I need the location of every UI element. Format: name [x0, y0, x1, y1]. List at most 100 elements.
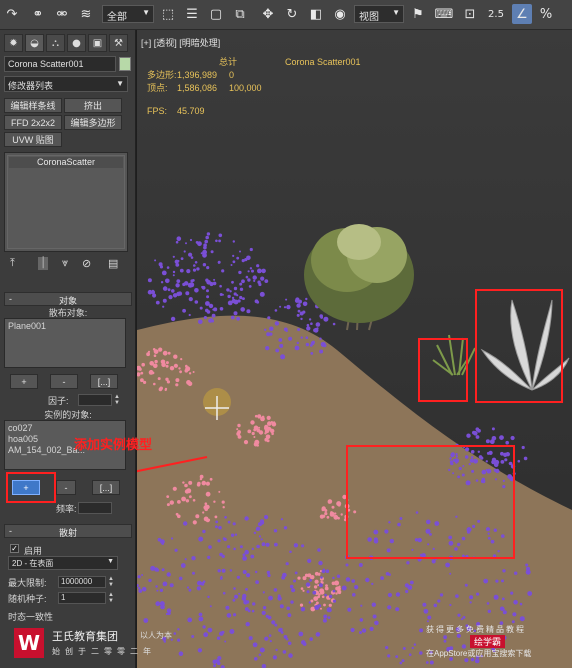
scatter-dot [519, 602, 523, 606]
pivot-icon[interactable]: ◉ [330, 4, 350, 24]
scatter-dot [176, 236, 182, 241]
scatter-mode-dropdown[interactable]: 2D - 在表面 ▼ [8, 556, 118, 570]
select-object-icon[interactable]: ⬚ [158, 4, 178, 24]
chevron-down-icon: ▼ [107, 558, 114, 565]
scatter-dot [232, 260, 236, 264]
scatter-dot [230, 264, 233, 266]
scatter-dot [326, 515, 330, 519]
object-name-field[interactable]: Corona Scatter001 [4, 56, 116, 72]
more-distribute-button[interactable]: [...] [90, 374, 118, 389]
object-color-swatch[interactable] [119, 57, 131, 71]
scatter-dot [324, 586, 329, 591]
scatter-dot [238, 592, 241, 595]
spinner-snap-icon[interactable]: % [536, 4, 556, 24]
scatter-dot [299, 603, 304, 607]
bind-space-warp-icon[interactable]: ≋ [76, 4, 96, 24]
seed-input[interactable]: 1 [58, 592, 106, 604]
remove-modifier-icon[interactable]: ⊘ [82, 257, 91, 270]
perspective-viewport[interactable]: [+] [透视] [明暗处理] 总计 Corona Scatter001 多边形… [137, 30, 572, 668]
create-tab-icon[interactable]: ✹ [4, 34, 23, 52]
scatter-dot [157, 377, 161, 381]
coord-system-dropdown[interactable]: 视图 ▼ [354, 5, 404, 23]
scatter-dot [443, 639, 447, 643]
rotate-icon[interactable]: ↻ [282, 4, 302, 24]
scatter-dot [141, 362, 145, 367]
remove-instance-button[interactable]: - [56, 480, 76, 495]
unlink-icon[interactable]: ⚮ [52, 4, 72, 24]
factor-label: 因子: [48, 396, 69, 406]
scatter-dot [203, 316, 207, 320]
selection-filter-dropdown[interactable]: 全部 ▼ [102, 5, 154, 23]
scatter-dot [138, 589, 143, 593]
modify-tab-icon[interactable]: ◒ [25, 34, 44, 52]
pin-stack-icon[interactable]: ⤒ [10, 257, 15, 270]
scatter-dot [338, 585, 341, 588]
ffd-button[interactable]: FFD 2x2x2 [4, 115, 62, 130]
keyboard-shortcut-icon[interactable]: ⌨ [434, 4, 454, 24]
scatter-dot [319, 337, 322, 340]
enable-checkbox[interactable]: ✓ [10, 544, 19, 553]
snap-toggle-icon[interactable]: ⊡ [460, 4, 480, 24]
scatter-dot [289, 584, 294, 589]
show-end-result-icon[interactable]: ⏐ [38, 257, 49, 270]
scatter-dot [323, 316, 329, 322]
scatter-dot [372, 614, 377, 619]
spinner-icon[interactable]: ▲ ▼ [108, 592, 114, 604]
scatter-dot [272, 655, 277, 660]
max-limit-label: 最大限制: [8, 578, 47, 588]
scatter-dot [177, 500, 181, 504]
scatter-dot [399, 661, 403, 665]
motion-tab-icon[interactable]: ● [67, 34, 86, 52]
scatter-dot [511, 620, 515, 624]
display-tab-icon[interactable]: ▣ [88, 34, 107, 52]
scatter-dot [283, 306, 287, 309]
scatter-dot [196, 586, 201, 591]
uvw-map-button[interactable]: UVW 贴图 [4, 132, 62, 147]
utilities-tab-icon[interactable]: ⚒ [109, 34, 128, 52]
scatter-dot [255, 580, 259, 584]
more-instance-button[interactable]: [...] [92, 480, 120, 495]
scatter-dot [371, 602, 376, 607]
hierarchy-tab-icon[interactable]: ⛬ [46, 34, 65, 52]
distribution-section-header[interactable]: - 散射 [4, 524, 132, 538]
factor-input[interactable] [78, 394, 112, 406]
redo-icon[interactable]: ↷ [2, 4, 22, 24]
edit-spline-button[interactable]: 编辑样条线 [4, 98, 62, 113]
scale-icon[interactable]: ◧ [306, 4, 326, 24]
window-crossing-icon[interactable]: ⧉ [230, 4, 250, 24]
edit-poly-button[interactable]: 编辑多边形 [64, 115, 122, 130]
scatter-dot [352, 593, 356, 597]
configure-sets-icon[interactable]: ▤ [108, 257, 118, 270]
move-icon[interactable]: ✥ [258, 4, 278, 24]
frequency-input[interactable] [78, 502, 112, 514]
percent-snap-icon[interactable]: ∠ [512, 4, 532, 24]
list-item[interactable]: Plane001 [8, 321, 46, 331]
temporal-coherence-label: 时态一致性 [8, 612, 54, 622]
rect-selection-icon[interactable]: ▢ [206, 4, 226, 24]
select-by-name-icon[interactable]: ☰ [182, 4, 202, 24]
max-limit-input[interactable]: 1000000 [58, 576, 106, 588]
remove-distribute-button[interactable]: - [50, 374, 78, 389]
scatter-dot [148, 578, 152, 583]
scatter-dot [158, 262, 163, 267]
list-item[interactable]: hoa005 [8, 434, 38, 444]
make-unique-icon[interactable]: ⩔ [62, 257, 68, 270]
scatter-dot [227, 294, 231, 299]
spinner-icon[interactable]: ▲ ▼ [108, 576, 114, 588]
viewport-label[interactable]: [+] [透视] [明暗处理] [141, 36, 220, 49]
distribute-objects-list[interactable]: Plane001 [4, 318, 126, 368]
scatter-dot [475, 479, 479, 482]
scatter-dot [188, 313, 191, 317]
scatter-dot [213, 278, 216, 281]
modifier-list-dropdown[interactable]: 修改器列表 ▼ [4, 76, 128, 92]
list-item[interactable]: co027 [8, 423, 33, 433]
stack-item-coronascatter[interactable]: CoronaScatter [9, 157, 123, 168]
link-icon[interactable]: ⚭ [28, 4, 48, 24]
extrude-button[interactable]: 挤出 [64, 98, 122, 113]
angle-snap-icon[interactable]: 2.5 [486, 4, 506, 24]
spinner-icon[interactable]: ▲ ▼ [114, 394, 120, 406]
add-distribute-button[interactable]: + [10, 374, 38, 389]
object-section-header[interactable]: - 对象 [4, 292, 132, 306]
scatter-dot [233, 286, 238, 291]
select-manipulate-icon[interactable]: ⚑ [408, 4, 428, 24]
